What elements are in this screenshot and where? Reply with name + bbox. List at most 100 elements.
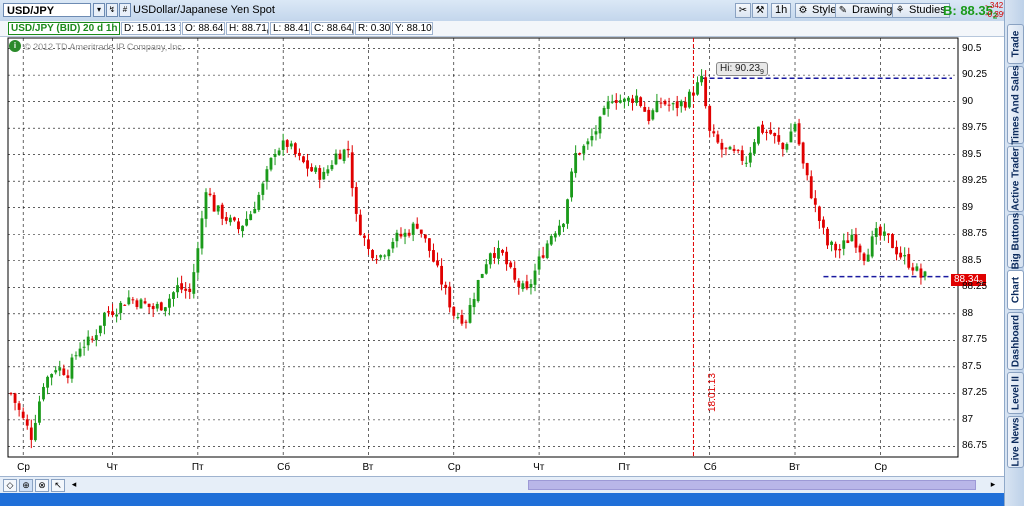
tab-active-trader[interactable]: Active Trader	[1007, 146, 1024, 212]
candle-down	[452, 306, 456, 316]
tools-icon[interactable]: ⚒	[752, 3, 768, 18]
y-tick-label: 89.75	[962, 122, 988, 134]
candle-up	[127, 297, 131, 305]
candle-down	[887, 233, 890, 236]
candle-up	[635, 95, 638, 103]
zoom-out-icon[interactable]: ◇	[3, 479, 17, 492]
candle-down	[712, 131, 716, 134]
candle-up	[627, 97, 630, 101]
candle-up	[245, 218, 249, 226]
candle-up	[537, 256, 541, 270]
pointer-icon[interactable]: ↖	[51, 479, 65, 492]
candle-up	[33, 422, 37, 441]
tab-trade[interactable]: Trade	[1007, 24, 1024, 64]
candle-up	[176, 285, 179, 293]
candle-down	[509, 262, 513, 268]
candle-up	[562, 223, 565, 228]
candle-down	[891, 234, 894, 249]
candle-down	[419, 229, 423, 234]
candle-down	[237, 221, 240, 230]
candle-up	[50, 374, 54, 378]
candle-up	[545, 243, 549, 258]
candle-down	[724, 147, 728, 149]
zoom-in-icon[interactable]: ⊗	[35, 479, 49, 492]
candle-down	[375, 259, 379, 261]
tab-chart[interactable]: Chart	[1007, 270, 1024, 310]
candle-down	[346, 148, 350, 151]
candle-down	[809, 176, 813, 199]
crosshair-icon[interactable]: ✂	[735, 3, 751, 18]
change-abs: -.342	[985, 1, 1004, 10]
candle-down	[448, 286, 452, 308]
candle-up	[98, 325, 102, 334]
candle-up	[196, 248, 200, 273]
candle-down	[338, 153, 342, 160]
scroll-right-icon[interactable]: ▸	[986, 479, 1000, 492]
x-tick-label: Вт	[789, 462, 800, 473]
candle-down	[310, 167, 314, 172]
tab-big-buttons[interactable]: Big Buttons	[1007, 213, 1024, 269]
candle-up	[923, 271, 927, 277]
candle-down	[720, 142, 724, 150]
scroll-left-icon[interactable]: ◂	[67, 479, 81, 492]
chart-symbol-label: USD/JPY (BID) 20 d 1h	[8, 22, 120, 35]
candle-down	[517, 280, 521, 287]
candle-down	[834, 243, 838, 251]
timeframe-button[interactable]: 1h	[771, 3, 792, 18]
candle-up	[529, 283, 533, 288]
candle-down	[777, 135, 781, 142]
window-frame-bottom	[0, 493, 1004, 506]
symbol-selector[interactable]: USD/JPY	[3, 3, 91, 17]
zoom-fit-icon[interactable]: ⊕	[19, 479, 33, 492]
price-chart[interactable]	[0, 36, 1004, 476]
candle-up	[586, 141, 590, 145]
candle-down	[436, 260, 439, 266]
symbol-table-icon[interactable]: #	[119, 3, 131, 17]
candle-down	[399, 233, 403, 237]
x-tick-label: Сб	[703, 462, 717, 473]
x-tick-label: Ср	[447, 462, 461, 473]
candle-down	[233, 217, 236, 221]
candle-down	[362, 235, 366, 238]
candle-up	[882, 231, 886, 236]
tab-level-ii[interactable]: Level II	[1007, 372, 1024, 414]
link-icon[interactable]: ↯	[106, 3, 118, 17]
candle-down	[647, 109, 651, 122]
y-tick-label: 88.5	[962, 254, 982, 266]
tab-live-news[interactable]: Live News	[1007, 416, 1024, 468]
candle-down	[663, 100, 667, 105]
x-tick-label: Сб	[277, 462, 291, 473]
candle-up	[484, 264, 488, 274]
candle-up	[594, 131, 598, 135]
price-change: -.342 -0.39%	[985, 1, 1011, 19]
symbol-dropdown-icon[interactable]: ▾	[93, 3, 105, 17]
candle-up	[204, 192, 208, 219]
candle-up	[82, 346, 86, 348]
candle-down	[541, 255, 545, 258]
time-scrollbar-thumb[interactable]	[528, 480, 976, 490]
candle-down	[208, 193, 212, 196]
change-pct: -0.39%	[985, 10, 1011, 19]
candle-up	[870, 236, 874, 257]
candle-down	[151, 305, 155, 310]
chart-toolbar: USD/JPY ▾ ↯ # USDollar/Japanese Yen Spot…	[0, 0, 1011, 22]
candle-down	[25, 419, 29, 426]
candle-up	[671, 103, 675, 105]
candle-up	[326, 169, 330, 174]
tab-dashboard[interactable]: Dashboard	[1007, 312, 1024, 370]
candle-down	[919, 268, 923, 278]
tab-times-and-sales[interactable]: Times And Sales	[1007, 65, 1024, 145]
candle-up	[257, 194, 261, 210]
candle-down	[66, 375, 70, 378]
candle-down	[736, 149, 740, 151]
candle-down	[444, 284, 448, 288]
candle-up	[602, 107, 606, 115]
y-tick-label: 90.5	[962, 42, 982, 54]
candle-up	[387, 249, 391, 257]
candle-down	[854, 234, 858, 248]
candle-down	[907, 254, 911, 268]
candle-up	[679, 101, 683, 107]
candle-down	[147, 303, 151, 308]
candle-up	[533, 270, 537, 285]
x-tick-label: Пт	[191, 462, 204, 473]
